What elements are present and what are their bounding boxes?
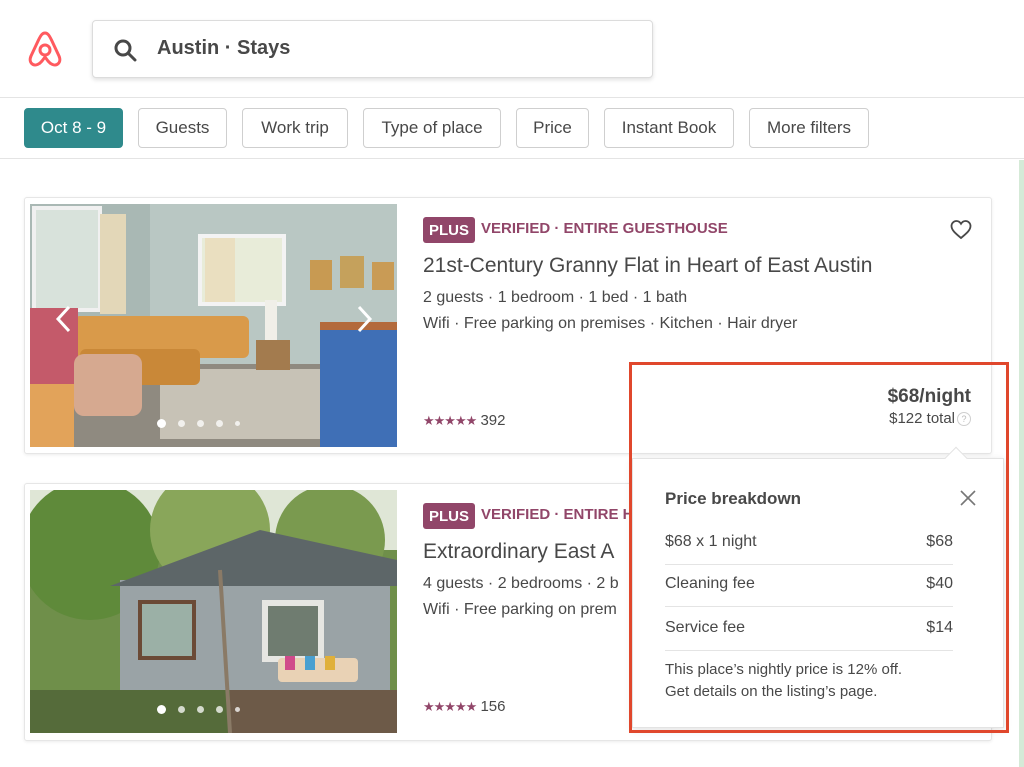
review-count: 392 <box>480 412 506 429</box>
price-total[interactable]: $122 total? <box>889 410 971 427</box>
photo-pagination[interactable] <box>157 419 240 428</box>
price-row-cleaning-fee: Cleaning fee $40 <box>665 563 953 607</box>
pagination-dot[interactable] <box>178 420 185 427</box>
filter-type-of-place-button[interactable]: Type of place <box>363 108 501 148</box>
header: Austin · Stays <box>0 0 1024 98</box>
price-row-amount: $68 <box>926 533 953 550</box>
star-rating-icon: ★★★★★ <box>423 413 477 428</box>
listing-type: VERIFIED · ENTIRE H <box>481 506 634 523</box>
pagination-dot[interactable] <box>197 420 204 427</box>
listing-amenities: Wifi · Free parking on prem <box>423 601 617 618</box>
price-row-label: $68 x 1 night <box>665 533 757 550</box>
search-icon <box>114 39 137 62</box>
question-icon[interactable]: ? <box>957 412 971 427</box>
price-row-label: Cleaning fee <box>665 575 755 592</box>
chevron-right-icon[interactable] <box>353 304 375 334</box>
price-total-label: $122 total <box>889 410 955 427</box>
discount-note-line: Get details on the listing’s page. <box>665 683 878 700</box>
review-count: 156 <box>480 698 506 715</box>
scrollbar-track <box>1019 160 1024 767</box>
filter-guests-button[interactable]: Guests <box>138 108 227 148</box>
filter-price-button[interactable]: Price <box>516 108 589 148</box>
listing-details: 2 guests · 1 bedroom · 1 bed · 1 bath <box>423 289 688 306</box>
pagination-dot[interactable] <box>216 420 223 427</box>
price-row-service-fee: Service fee $14 <box>665 607 953 651</box>
filter-more-filters-button[interactable]: More filters <box>749 108 869 148</box>
filter-work-trip-button[interactable]: Work trip <box>242 108 348 148</box>
photo-pagination[interactable] <box>157 705 240 714</box>
listing-details: 4 guests · 2 bedrooms · 2 b <box>423 575 619 592</box>
pagination-dot[interactable] <box>157 419 166 428</box>
airbnb-logo-icon[interactable] <box>25 28 65 70</box>
pagination-dot[interactable] <box>157 705 166 714</box>
listing-title[interactable]: 21st-Century Granny Flat in Heart of Eas… <box>423 254 872 278</box>
filter-dates-button[interactable]: Oct 8 - 9 <box>24 108 123 148</box>
search-input[interactable]: Austin · Stays <box>157 37 290 60</box>
price-per-night: $68/night <box>887 386 971 407</box>
listing-type: VERIFIED · ENTIRE GUESTHOUSE <box>481 220 728 237</box>
plus-badge: PLUS <box>423 217 475 243</box>
price-row-amount: $14 <box>926 619 953 636</box>
filter-instant-book-button[interactable]: Instant Book <box>604 108 734 148</box>
listing-photo[interactable] <box>30 204 397 447</box>
listing-photo[interactable] <box>30 490 397 733</box>
listing-rating[interactable]: ★★★★★ 392 <box>423 412 505 429</box>
price-breakdown-popover: Price breakdown $68 x 1 night $68 Cleani… <box>632 458 1004 728</box>
pagination-dot[interactable] <box>235 421 240 426</box>
pagination-dot[interactable] <box>178 706 185 713</box>
close-icon[interactable] <box>959 489 977 507</box>
listing-amenities: Wifi · Free parking on premises · Kitche… <box>423 315 798 332</box>
discount-note-line: This place’s nightly price is 12% off. <box>665 661 903 678</box>
star-rating-icon: ★★★★★ <box>423 699 477 714</box>
chevron-left-icon[interactable] <box>53 304 75 334</box>
filter-bar: Oct 8 - 9 Guests Work trip Type of place… <box>0 98 1024 159</box>
price-row-nights: $68 x 1 night $68 <box>665 521 953 565</box>
search-bar[interactable]: Austin · Stays <box>92 20 653 78</box>
price-row-amount: $40 <box>926 575 953 592</box>
pagination-dot[interactable] <box>197 706 204 713</box>
listing-rating[interactable]: ★★★★★ 156 <box>423 698 505 715</box>
price-row-label: Service fee <box>665 619 746 636</box>
price-breakdown-title: Price breakdown <box>665 489 802 508</box>
pagination-dot[interactable] <box>216 706 223 713</box>
heart-icon[interactable] <box>949 218 973 242</box>
pagination-dot[interactable] <box>235 707 240 712</box>
listing-title[interactable]: Extraordinary East A <box>423 540 614 564</box>
listing-card[interactable]: PLUS VERIFIED · ENTIRE GUESTHOUSE 21st-C… <box>24 197 992 454</box>
plus-badge: PLUS <box>423 503 475 529</box>
discount-note: This place’s nightly price is 12% off. G… <box>665 659 965 703</box>
